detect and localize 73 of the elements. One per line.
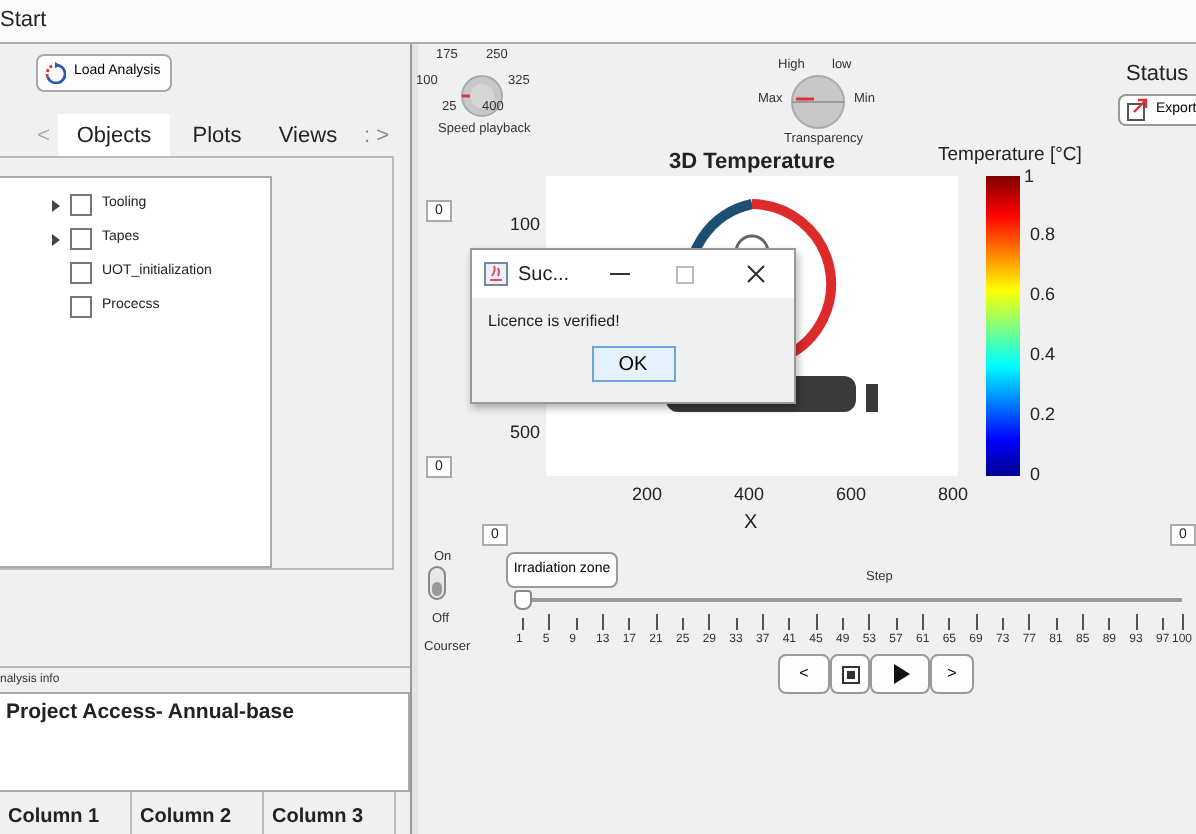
tab[interactable]: Views bbox=[264, 114, 352, 156]
tick-mark bbox=[868, 614, 871, 630]
tick-mark bbox=[682, 618, 684, 630]
colorbar-tick-label: 0.4 bbox=[1030, 346, 1056, 364]
play-button[interactable] bbox=[870, 654, 930, 694]
toggle-switch[interactable] bbox=[428, 566, 446, 600]
tick-mark bbox=[1028, 614, 1031, 630]
tick-mark bbox=[1162, 618, 1164, 630]
colorbar-tick-label: 0.8 bbox=[1030, 226, 1056, 244]
expand-icon[interactable] bbox=[48, 231, 64, 247]
tick-mark bbox=[788, 618, 791, 630]
checkbox[interactable] bbox=[70, 262, 92, 284]
refresh-icon bbox=[44, 62, 66, 84]
export-icon bbox=[1126, 98, 1148, 122]
tick-mark bbox=[548, 614, 551, 630]
tick-mark bbox=[655, 614, 658, 630]
tick-mark bbox=[602, 614, 604, 630]
axis-tick-label: 400 bbox=[734, 486, 765, 504]
tick-mark bbox=[1082, 614, 1084, 630]
speed-knob bbox=[460, 74, 504, 118]
project-name: Project Access- Annual-base bbox=[6, 700, 294, 724]
window-title: Start bbox=[0, 8, 47, 32]
tick-mark bbox=[1055, 618, 1058, 630]
tick-mark bbox=[922, 614, 924, 630]
tick-mark bbox=[575, 618, 578, 630]
tick-mark bbox=[975, 614, 978, 630]
tick-mark bbox=[762, 614, 764, 630]
app-icon bbox=[484, 262, 508, 286]
tick-mark bbox=[948, 618, 951, 630]
colorbar-title: Temperature [°C] bbox=[938, 146, 1082, 166]
status-title: Status bbox=[1126, 60, 1189, 90]
checkbox[interactable] bbox=[70, 228, 92, 250]
column-header: Column 1 bbox=[0, 792, 132, 834]
dialog-title: Suc... bbox=[518, 261, 570, 289]
colorbar-tick-label: 0.6 bbox=[1030, 286, 1056, 304]
slider-thumb[interactable] bbox=[514, 590, 532, 610]
tick-mark bbox=[708, 614, 711, 630]
axis-tick-label: 600 bbox=[836, 486, 867, 504]
dialog-message: Licence is verified! bbox=[486, 310, 620, 334]
colorbar-tick-label: 1 bbox=[1024, 168, 1035, 186]
tick-mark bbox=[842, 618, 844, 630]
tick-mark bbox=[522, 618, 524, 630]
axis-tick-label: 200 bbox=[632, 486, 663, 504]
tick-mark bbox=[1182, 614, 1184, 630]
colorbar-tick-label: 0.2 bbox=[1030, 406, 1056, 424]
axis-tick-label: 500 bbox=[507, 424, 540, 442]
column-header: Column 2 bbox=[132, 792, 264, 834]
tick-mark bbox=[815, 614, 818, 630]
close-icon[interactable] bbox=[745, 264, 766, 284]
tick-mark bbox=[895, 618, 898, 630]
checkbox[interactable] bbox=[70, 194, 92, 216]
tick-mark bbox=[628, 618, 631, 630]
next-button[interactable]: > bbox=[930, 654, 974, 694]
transparency-knob bbox=[790, 74, 846, 130]
stop-icon bbox=[841, 665, 859, 683]
column-header: Column 3 bbox=[264, 792, 396, 834]
axis-tick-label: 100 bbox=[507, 216, 540, 234]
tab[interactable]: Plots bbox=[170, 114, 264, 156]
tick-mark bbox=[1108, 618, 1111, 630]
checkbox[interactable] bbox=[70, 296, 92, 318]
axis-label: X bbox=[744, 510, 758, 538]
colorbar-tick-label: 0 bbox=[1030, 466, 1041, 484]
axis-tick-label: 800 bbox=[938, 486, 969, 504]
stop-button[interactable] bbox=[830, 654, 870, 694]
previous-button[interactable]: < bbox=[778, 654, 830, 694]
play-icon bbox=[891, 664, 909, 684]
ok-button[interactable]: OK bbox=[591, 346, 675, 382]
expand-icon[interactable] bbox=[48, 197, 64, 213]
chart-title: 3D Temperature bbox=[667, 150, 837, 174]
tick-mark bbox=[735, 618, 738, 630]
tab[interactable]: Objects bbox=[58, 114, 170, 156]
tick-mark bbox=[1135, 614, 1138, 630]
tick-mark bbox=[1002, 618, 1004, 630]
